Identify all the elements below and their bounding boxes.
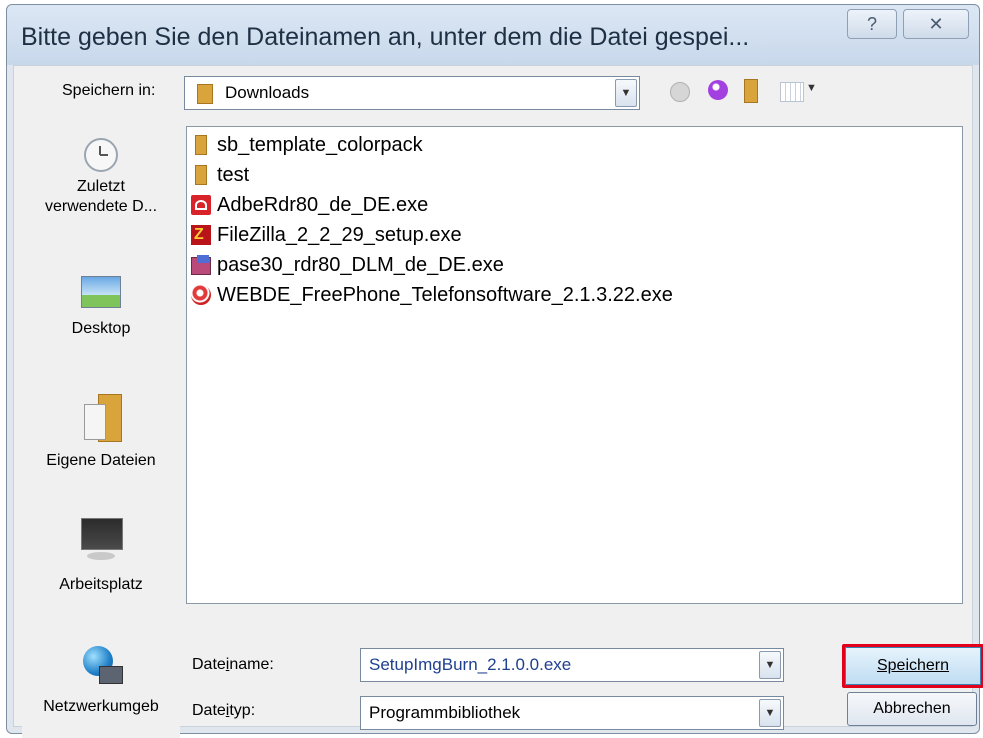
save-button[interactable]: Speichern	[842, 644, 983, 688]
list-item[interactable]: Z FileZilla_2_2_29_setup.exe	[191, 221, 462, 249]
save-in-combo[interactable]: Downloads ▼	[184, 76, 640, 110]
dialog-title: Bitte geben Sie den Dateinamen an, unter…	[21, 23, 750, 51]
title-bar: Bitte geben Sie den Dateinamen an, unter…	[7, 5, 979, 65]
filetype-value: Programmbibliothek	[369, 703, 521, 722]
up-folder-icon[interactable]	[708, 80, 728, 100]
place-recent[interactable]: Zuletzt verwendete D...	[22, 138, 180, 216]
place-desktop[interactable]: Desktop	[22, 276, 180, 338]
close-button[interactable]: ✕	[903, 9, 969, 39]
places-bar: Zuletzt verwendete D... Desktop Eigene D…	[22, 126, 180, 738]
filetype-select[interactable]: Programmbibliothek ▼	[360, 696, 784, 730]
place-network[interactable]: Netzwerkumgeb	[22, 644, 180, 716]
file-list[interactable]: sb_template_colorpack test AdbeRdr80_de_…	[186, 126, 963, 604]
recent-clock-icon	[84, 138, 118, 172]
place-recent-label2: verwendete D...	[44, 198, 158, 215]
file-name: sb_template_colorpack	[217, 133, 423, 156]
list-item[interactable]: sb_template_colorpack	[191, 131, 423, 159]
save-dialog: Bitte geben Sie den Dateinamen an, unter…	[6, 4, 983, 738]
help-button[interactable]: ?	[847, 9, 897, 39]
place-desktop-label: Desktop	[71, 320, 131, 337]
view-dropdown-arrow[interactable]: ▼	[806, 82, 817, 94]
adobe-reader-icon	[191, 195, 211, 215]
dialog-body: Speichern in: Downloads ▼ ▼ Zuletzt verw…	[13, 65, 983, 738]
computer-icon	[79, 518, 123, 564]
save-button-label: Speichern	[845, 647, 981, 685]
desktop-icon	[81, 276, 121, 308]
place-computer[interactable]: Arbeitsplatz	[22, 518, 180, 594]
file-name: WEBDE_FreePhone_Telefonsoftware_2.1.3.22…	[217, 283, 673, 306]
installer-icon	[191, 255, 211, 275]
file-name: pase30_rdr80_DLM_de_DE.exe	[217, 253, 504, 276]
chevron-down-icon[interactable]: ▼	[615, 79, 637, 107]
list-item[interactable]: test	[191, 161, 249, 189]
save-in-label: Speichern in:	[62, 82, 156, 99]
chevron-down-icon[interactable]: ▼	[759, 651, 781, 679]
file-name: test	[217, 163, 250, 186]
list-item[interactable]: WEBDE_FreePhone_Telefonsoftware_2.1.3.22…	[191, 281, 673, 309]
help-icon: ?	[866, 13, 877, 34]
file-name: FileZilla_2_2_29_setup.exe	[217, 223, 462, 246]
cancel-button-label: Abbrechen	[873, 700, 951, 717]
view-menu-icon[interactable]	[780, 82, 804, 102]
place-my-documents-label: Eigene Dateien	[46, 452, 156, 469]
place-computer-label: Arbeitsplatz	[59, 576, 143, 593]
file-name: AdbeRdr80_de_DE.exe	[217, 193, 429, 216]
filetype-label: Dateityp:	[192, 702, 256, 719]
filename-label: Dateiname:	[192, 656, 274, 673]
chevron-down-icon[interactable]: ▼	[759, 699, 781, 727]
network-icon	[79, 644, 123, 688]
webde-phone-icon	[191, 285, 211, 305]
my-documents-icon	[82, 394, 122, 442]
place-network-label: Netzwerkumgeb	[43, 698, 159, 715]
folder-icon	[191, 165, 211, 185]
close-icon: ✕	[928, 13, 944, 34]
filezilla-icon: Z	[191, 225, 211, 245]
back-icon[interactable]	[670, 82, 690, 102]
new-folder-icon[interactable]	[744, 79, 758, 103]
place-recent-label: Zuletzt	[76, 178, 125, 195]
folder-icon	[197, 84, 213, 104]
cancel-button[interactable]: Abbrechen	[847, 692, 977, 726]
filename-input[interactable]: SetupImgBurn_2.1.0.0.exe ▼	[360, 648, 784, 682]
folder-icon	[191, 135, 211, 155]
filename-value: SetupImgBurn_2.1.0.0.exe	[369, 655, 572, 674]
list-item[interactable]: pase30_rdr80_DLM_de_DE.exe	[191, 251, 504, 279]
save-in-value: Downloads	[225, 83, 310, 102]
list-item[interactable]: AdbeRdr80_de_DE.exe	[191, 191, 428, 219]
place-my-documents[interactable]: Eigene Dateien	[22, 394, 180, 470]
